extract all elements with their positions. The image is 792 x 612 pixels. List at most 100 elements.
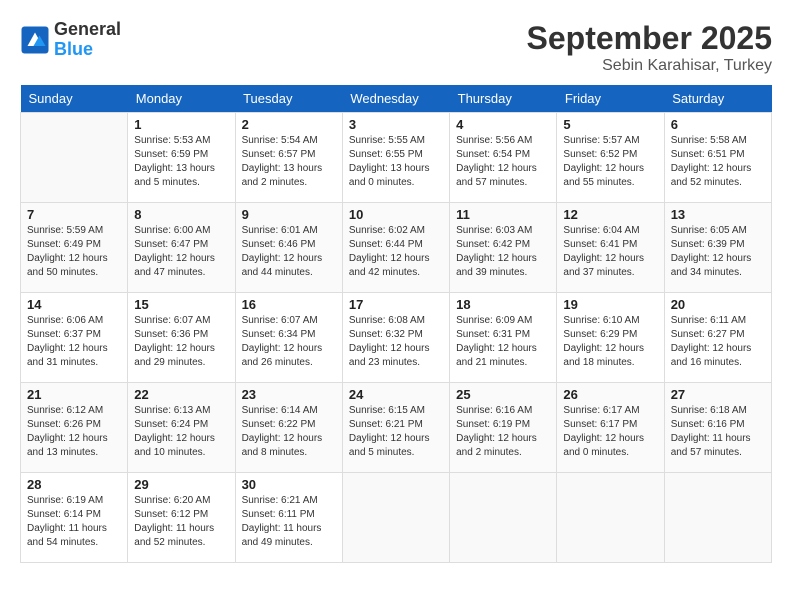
day-number: 15 xyxy=(134,297,228,312)
day-info: Sunrise: 6:02 AMSunset: 6:44 PMDaylight:… xyxy=(349,224,443,280)
week-row-4: 21 Sunrise: 6:12 AMSunset: 6:26 PMDaylig… xyxy=(21,383,772,473)
day-info: Sunrise: 5:59 AMSunset: 6:49 PMDaylight:… xyxy=(27,224,121,280)
table-row: 24 Sunrise: 6:15 AMSunset: 6:21 PMDaylig… xyxy=(342,383,449,473)
table-row: 5 Sunrise: 5:57 AMSunset: 6:52 PMDayligh… xyxy=(557,113,664,203)
table-row: 3 Sunrise: 5:55 AMSunset: 6:55 PMDayligh… xyxy=(342,113,449,203)
table-row: 2 Sunrise: 5:54 AMSunset: 6:57 PMDayligh… xyxy=(235,113,342,203)
table-row: 26 Sunrise: 6:17 AMSunset: 6:17 PMDaylig… xyxy=(557,383,664,473)
table-row: 16 Sunrise: 6:07 AMSunset: 6:34 PMDaylig… xyxy=(235,293,342,383)
table-row: 18 Sunrise: 6:09 AMSunset: 6:31 PMDaylig… xyxy=(450,293,557,383)
day-number: 8 xyxy=(134,207,228,222)
table-row: 20 Sunrise: 6:11 AMSunset: 6:27 PMDaylig… xyxy=(664,293,771,383)
logo: General Blue xyxy=(20,20,121,60)
table-row: 22 Sunrise: 6:13 AMSunset: 6:24 PMDaylig… xyxy=(128,383,235,473)
day-number: 27 xyxy=(671,387,765,402)
table-row: 27 Sunrise: 6:18 AMSunset: 6:16 PMDaylig… xyxy=(664,383,771,473)
table-row: 4 Sunrise: 5:56 AMSunset: 6:54 PMDayligh… xyxy=(450,113,557,203)
day-number: 3 xyxy=(349,117,443,132)
day-number: 7 xyxy=(27,207,121,222)
page-header: General Blue September 2025 Sebin Karahi… xyxy=(20,20,772,75)
day-number: 26 xyxy=(563,387,657,402)
day-info: Sunrise: 6:00 AMSunset: 6:47 PMDaylight:… xyxy=(134,224,228,280)
day-number: 6 xyxy=(671,117,765,132)
table-row: 10 Sunrise: 6:02 AMSunset: 6:44 PMDaylig… xyxy=(342,203,449,293)
table-row xyxy=(342,473,449,563)
table-row: 15 Sunrise: 6:07 AMSunset: 6:36 PMDaylig… xyxy=(128,293,235,383)
day-number: 21 xyxy=(27,387,121,402)
day-info: Sunrise: 6:13 AMSunset: 6:24 PMDaylight:… xyxy=(134,404,228,460)
col-tuesday: Tuesday xyxy=(235,85,342,113)
day-number: 19 xyxy=(563,297,657,312)
day-number: 30 xyxy=(242,477,336,492)
day-number: 24 xyxy=(349,387,443,402)
table-row xyxy=(664,473,771,563)
day-info: Sunrise: 6:15 AMSunset: 6:21 PMDaylight:… xyxy=(349,404,443,460)
table-row xyxy=(21,113,128,203)
table-row xyxy=(557,473,664,563)
day-info: Sunrise: 6:21 AMSunset: 6:11 PMDaylight:… xyxy=(242,494,336,550)
table-row: 23 Sunrise: 6:14 AMSunset: 6:22 PMDaylig… xyxy=(235,383,342,473)
col-thursday: Thursday xyxy=(450,85,557,113)
table-row: 12 Sunrise: 6:04 AMSunset: 6:41 PMDaylig… xyxy=(557,203,664,293)
day-number: 12 xyxy=(563,207,657,222)
location-subtitle: Sebin Karahisar, Turkey xyxy=(527,57,772,75)
table-row: 14 Sunrise: 6:06 AMSunset: 6:37 PMDaylig… xyxy=(21,293,128,383)
table-row: 19 Sunrise: 6:10 AMSunset: 6:29 PMDaylig… xyxy=(557,293,664,383)
week-row-5: 28 Sunrise: 6:19 AMSunset: 6:14 PMDaylig… xyxy=(21,473,772,563)
day-info: Sunrise: 5:56 AMSunset: 6:54 PMDaylight:… xyxy=(456,134,550,190)
table-row: 28 Sunrise: 6:19 AMSunset: 6:14 PMDaylig… xyxy=(21,473,128,563)
table-row: 30 Sunrise: 6:21 AMSunset: 6:11 PMDaylig… xyxy=(235,473,342,563)
col-wednesday: Wednesday xyxy=(342,85,449,113)
table-row: 21 Sunrise: 6:12 AMSunset: 6:26 PMDaylig… xyxy=(21,383,128,473)
table-row: 9 Sunrise: 6:01 AMSunset: 6:46 PMDayligh… xyxy=(235,203,342,293)
day-info: Sunrise: 6:16 AMSunset: 6:19 PMDaylight:… xyxy=(456,404,550,460)
day-info: Sunrise: 6:07 AMSunset: 6:34 PMDaylight:… xyxy=(242,314,336,370)
table-row: 11 Sunrise: 6:03 AMSunset: 6:42 PMDaylig… xyxy=(450,203,557,293)
day-info: Sunrise: 5:57 AMSunset: 6:52 PMDaylight:… xyxy=(563,134,657,190)
day-info: Sunrise: 6:20 AMSunset: 6:12 PMDaylight:… xyxy=(134,494,228,550)
table-row: 13 Sunrise: 6:05 AMSunset: 6:39 PMDaylig… xyxy=(664,203,771,293)
day-number: 22 xyxy=(134,387,228,402)
day-number: 13 xyxy=(671,207,765,222)
day-number: 23 xyxy=(242,387,336,402)
col-sunday: Sunday xyxy=(21,85,128,113)
day-number: 10 xyxy=(349,207,443,222)
day-info: Sunrise: 6:14 AMSunset: 6:22 PMDaylight:… xyxy=(242,404,336,460)
day-info: Sunrise: 6:04 AMSunset: 6:41 PMDaylight:… xyxy=(563,224,657,280)
day-info: Sunrise: 6:06 AMSunset: 6:37 PMDaylight:… xyxy=(27,314,121,370)
day-info: Sunrise: 6:07 AMSunset: 6:36 PMDaylight:… xyxy=(134,314,228,370)
day-number: 17 xyxy=(349,297,443,312)
table-row: 29 Sunrise: 6:20 AMSunset: 6:12 PMDaylig… xyxy=(128,473,235,563)
week-row-2: 7 Sunrise: 5:59 AMSunset: 6:49 PMDayligh… xyxy=(21,203,772,293)
logo-icon xyxy=(20,25,50,55)
week-row-1: 1 Sunrise: 5:53 AMSunset: 6:59 PMDayligh… xyxy=(21,113,772,203)
day-number: 1 xyxy=(134,117,228,132)
week-row-3: 14 Sunrise: 6:06 AMSunset: 6:37 PMDaylig… xyxy=(21,293,772,383)
day-info: Sunrise: 6:08 AMSunset: 6:32 PMDaylight:… xyxy=(349,314,443,370)
day-info: Sunrise: 6:19 AMSunset: 6:14 PMDaylight:… xyxy=(27,494,121,550)
logo-blue: Blue xyxy=(54,40,121,60)
table-row: 17 Sunrise: 6:08 AMSunset: 6:32 PMDaylig… xyxy=(342,293,449,383)
day-info: Sunrise: 6:03 AMSunset: 6:42 PMDaylight:… xyxy=(456,224,550,280)
day-info: Sunrise: 6:05 AMSunset: 6:39 PMDaylight:… xyxy=(671,224,765,280)
day-number: 18 xyxy=(456,297,550,312)
day-number: 20 xyxy=(671,297,765,312)
table-row: 7 Sunrise: 5:59 AMSunset: 6:49 PMDayligh… xyxy=(21,203,128,293)
table-row: 1 Sunrise: 5:53 AMSunset: 6:59 PMDayligh… xyxy=(128,113,235,203)
day-number: 28 xyxy=(27,477,121,492)
table-row: 25 Sunrise: 6:16 AMSunset: 6:19 PMDaylig… xyxy=(450,383,557,473)
day-info: Sunrise: 6:17 AMSunset: 6:17 PMDaylight:… xyxy=(563,404,657,460)
day-number: 9 xyxy=(242,207,336,222)
day-info: Sunrise: 5:54 AMSunset: 6:57 PMDaylight:… xyxy=(242,134,336,190)
day-number: 11 xyxy=(456,207,550,222)
col-monday: Monday xyxy=(128,85,235,113)
table-row: 6 Sunrise: 5:58 AMSunset: 6:51 PMDayligh… xyxy=(664,113,771,203)
day-info: Sunrise: 6:12 AMSunset: 6:26 PMDaylight:… xyxy=(27,404,121,460)
day-number: 5 xyxy=(563,117,657,132)
day-number: 14 xyxy=(27,297,121,312)
col-friday: Friday xyxy=(557,85,664,113)
header-row: Sunday Monday Tuesday Wednesday Thursday… xyxy=(21,85,772,113)
table-row: 8 Sunrise: 6:00 AMSunset: 6:47 PMDayligh… xyxy=(128,203,235,293)
logo-text: General Blue xyxy=(54,20,121,60)
day-number: 29 xyxy=(134,477,228,492)
